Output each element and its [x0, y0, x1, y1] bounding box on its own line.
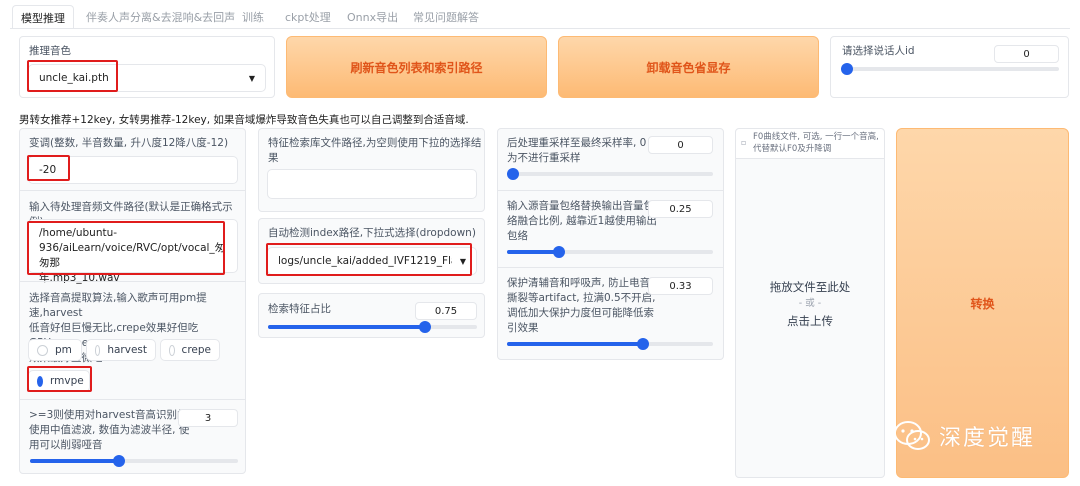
radio-pm-dot [37, 344, 48, 356]
divider [498, 190, 723, 191]
column-3-panel: 后处理重采样至最终采样率, 0 为不进行重采样 0 输入源音量包络替换输出音量包… [497, 128, 724, 360]
wechat-logo-icon [894, 421, 930, 450]
resample-input[interactable]: 0 [648, 136, 713, 154]
divider [20, 190, 245, 191]
pitch-algo-label-line-1: 选择音高提取算法,输入歌声可用pm提速,harvest [29, 292, 207, 319]
transpose-label: 变调(整数, 半音数量, 升八度12降八度-12) [29, 137, 229, 149]
search-ratio-label: 检索特征占比 [268, 303, 331, 315]
feature-file-panel: 特征检索库文件路径,为空则使用下拉的选择结 果 [258, 128, 485, 212]
search-ratio-slider[interactable] [268, 320, 477, 334]
median-filter-slider-thumb[interactable] [113, 455, 126, 467]
protect-slider-thumb[interactable] [636, 338, 649, 350]
resample-slider-thumb[interactable] [507, 168, 519, 180]
feature-file-input[interactable] [267, 169, 477, 199]
radio-harvest-label: harvest [107, 344, 147, 356]
speaker-id-slider-track [841, 67, 1059, 71]
divider [498, 267, 723, 268]
median-filter-label-line-3: 用可以削弱哑音 [29, 439, 103, 451]
speaker-id-slider-thumb[interactable] [841, 63, 853, 75]
f0-upload-dropzone[interactable]: 拖放文件至此处 - 或 - 点击上传 [736, 159, 884, 477]
upload-or-text: - 或 - [798, 298, 822, 309]
tab-model-inference[interactable]: 模型推理 [12, 5, 74, 29]
rms-mix-label: 输入源音量包络替换输出音量包 络融合比例, 越靠近1越使用输出 包络 [507, 199, 657, 244]
refresh-voices-button[interactable]: 刷新音色列表和索引路径 [286, 36, 547, 98]
resample-slider[interactable] [507, 167, 713, 181]
radio-crepe[interactable]: crepe [160, 339, 220, 361]
feature-file-label: 特征检索库文件路径,为空则使用下拉的选择结 果 [268, 136, 481, 166]
search-ratio-input[interactable]: 0.75 [415, 302, 477, 320]
radio-harvest-dot [95, 344, 101, 356]
speaker-id-panel: 请选择说话人id 0 [830, 36, 1069, 98]
feature-file-label-line-2: 果 [268, 152, 279, 164]
divider [20, 399, 245, 400]
radio-crepe-dot [169, 344, 175, 356]
protect-slider-fill [507, 342, 643, 346]
annotation-highlight-transpose [27, 155, 70, 181]
feature-file-label-line-1: 特征检索库文件路径,为空则使用下拉的选择结 [268, 137, 482, 149]
protect-label-line-3: 调低加大保护力度但可能降低索 [507, 307, 654, 319]
annotation-highlight-rmvpe [27, 366, 92, 392]
median-filter-slider[interactable] [30, 454, 238, 468]
tab-faq[interactable]: 常见问题解答 [413, 9, 479, 25]
annotation-highlight-index-path [266, 243, 472, 276]
radio-harvest[interactable]: harvest [86, 339, 156, 361]
upload-click-text[interactable]: 点击上传 [736, 311, 884, 331]
f0-file-label: F0曲线文件, 可选, 一行一个音高, 代替默认F0及升降调 [753, 131, 879, 155]
protect-input[interactable]: 0.33 [648, 277, 713, 295]
search-ratio-slider-thumb[interactable] [418, 321, 431, 333]
annotation-highlight-input-path [27, 221, 225, 275]
speaker-id-slider[interactable] [841, 62, 1059, 76]
protect-label-line-4: 引效果 [507, 322, 539, 334]
rms-mix-label-line-2: 络融合比例, 越靠近1越使用输出 [507, 215, 657, 227]
upload-instructions: 拖放文件至此处 - 或 - 点击上传 [736, 277, 884, 331]
f0-file-panel: ▫ F0曲线文件, 可选, 一行一个音高, 代替默认F0及升降调 拖放文件至此处… [735, 128, 885, 478]
pitch-hint-text: 男转女推荐+12key, 女转男推荐-12key, 如果音域爆炸导致音色失真也可… [19, 114, 469, 126]
resample-slider-track [507, 172, 713, 176]
f0-file-header: ▫ F0曲线文件, 可选, 一行一个音高, 代替默认F0及升降调 [736, 129, 884, 159]
speaker-id-input[interactable]: 0 [994, 45, 1059, 63]
rms-mix-slider-fill [507, 250, 559, 254]
annotation-highlight-voice [27, 60, 118, 92]
tab-onnx-export[interactable]: Onnx导出 [347, 9, 398, 25]
tab-bar: 模型推理 伴奏人声分离&去混响&去回声 训练 ckpt处理 Onnx导出 常见问… [0, 0, 1080, 30]
radio-pm[interactable]: pm [28, 339, 82, 361]
tab-divider [10, 28, 1070, 29]
rms-mix-slider[interactable] [507, 245, 713, 259]
rms-mix-slider-thumb[interactable] [552, 246, 565, 258]
protect-label: 保护清辅音和呼吸声, 防止电音 撕裂等artifact, 拉满0.5不开启, 调… [507, 276, 656, 336]
protect-label-line-2: 撕裂等artifact, 拉满0.5不开启, [507, 292, 656, 304]
upload-drop-text: 拖放文件至此处 [769, 280, 851, 294]
resample-label-line-1: 后处理重采样至最终采样率, 0 [507, 137, 647, 149]
watermark: 深度觉醒 [893, 420, 1035, 452]
rms-mix-label-line-1: 输入源音量包络替换输出音量包 [507, 200, 654, 212]
protect-label-line-1: 保护清辅音和呼吸声, 防止电音 [507, 277, 651, 289]
f0-file-label-line-1: F0曲线文件, 可选, 一行一个音高, [753, 132, 879, 142]
resample-label: 后处理重采样至最终采样率, 0 为不进行重采样 [507, 136, 646, 166]
radio-pm-label: pm [55, 344, 72, 356]
search-ratio-panel: 检索特征占比 0.75 [258, 293, 485, 338]
f0-file-label-line-2: 代替默认F0及升降调 [753, 144, 832, 154]
tab-ckpt[interactable]: ckpt处理 [285, 9, 331, 25]
tab-vocal-separation[interactable]: 伴奏人声分离&去混响&去回声 [86, 9, 235, 25]
file-icon: ▫ [741, 138, 747, 147]
watermark-text: 深度觉醒 [939, 426, 1036, 451]
rms-mix-label-line-3: 包络 [507, 230, 528, 242]
search-ratio-slider-fill [268, 325, 425, 329]
tab-training[interactable]: 训练 [242, 9, 264, 25]
protect-slider[interactable] [507, 337, 713, 351]
unload-voice-button[interactable]: 卸载音色省显存 [558, 36, 819, 98]
radio-crepe-label: crepe [181, 344, 211, 356]
resample-label-line-2: 为不进行重采样 [507, 152, 581, 164]
median-filter-input[interactable]: 3 [178, 409, 238, 427]
divider [20, 281, 245, 282]
voice-select-label: 推理音色 [29, 45, 71, 57]
speaker-id-label: 请选择说话人id [842, 45, 915, 57]
index-path-label: 自动检测index路径,下拉式选择(dropdown) [268, 227, 476, 239]
rms-mix-input[interactable]: 0.25 [648, 200, 713, 218]
median-filter-slider-fill [30, 459, 120, 463]
chevron-down-icon: ▼ [248, 73, 255, 83]
